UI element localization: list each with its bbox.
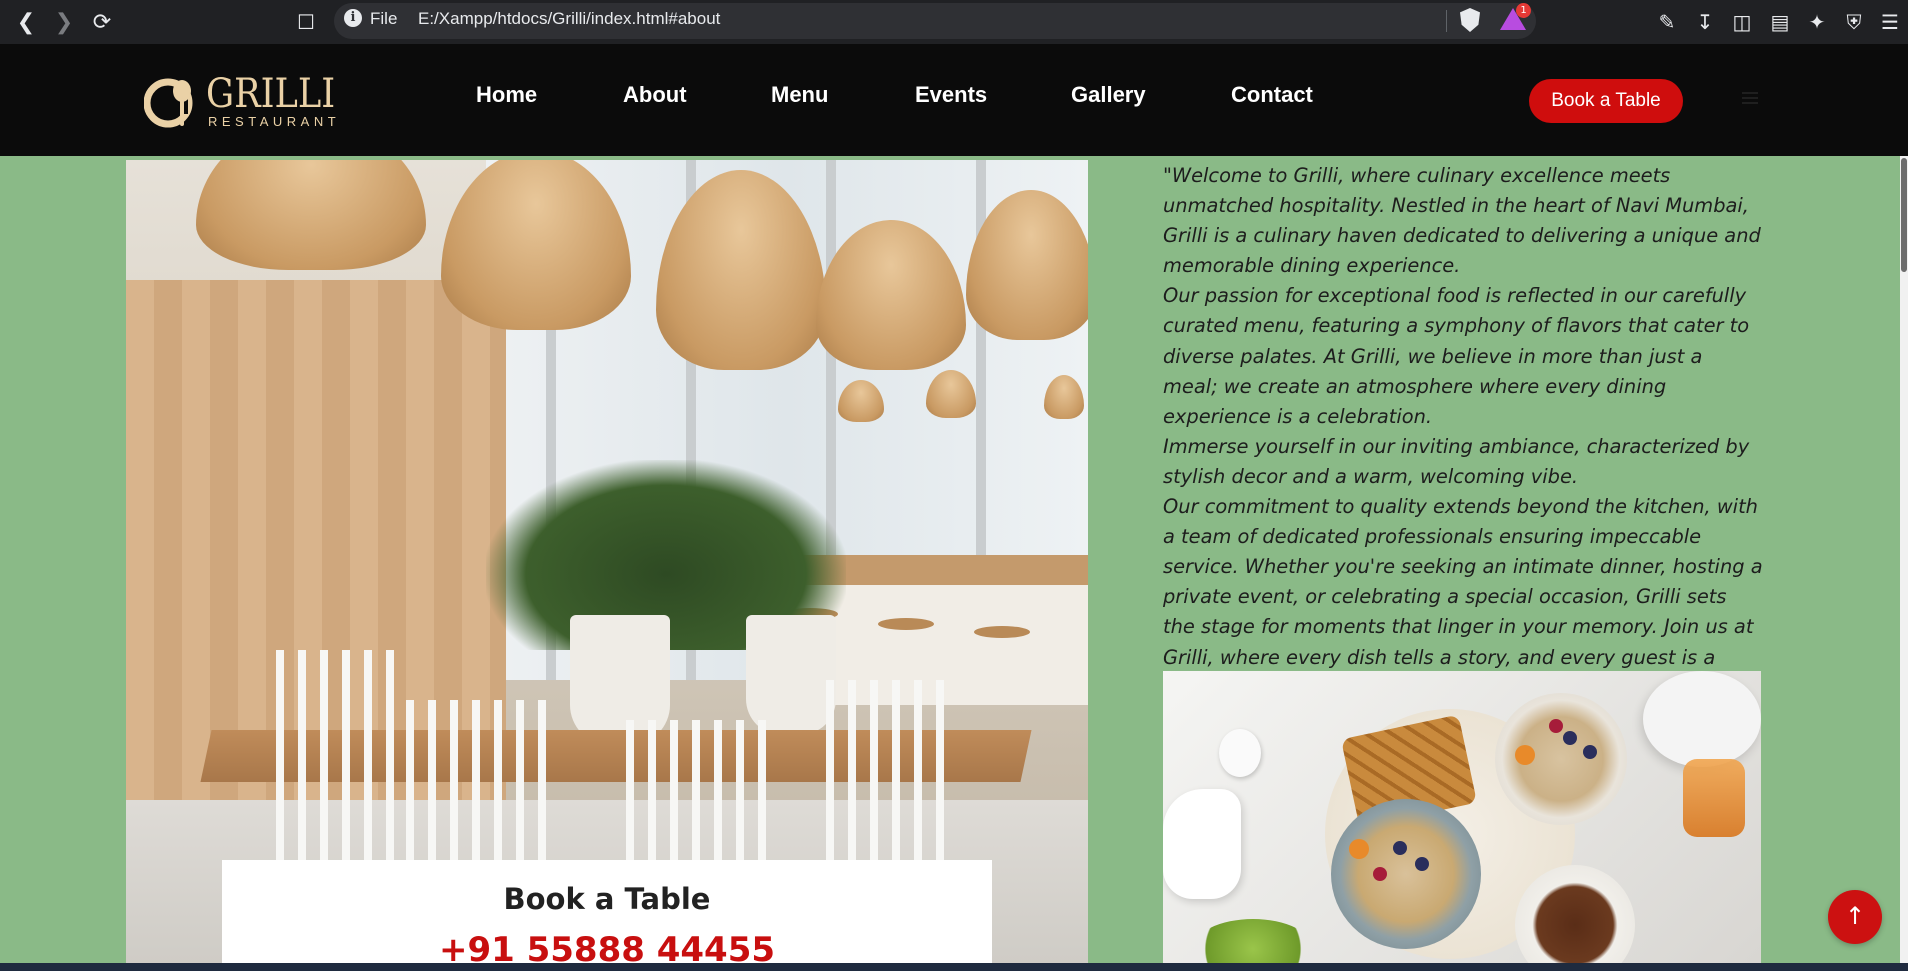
about-description: "Welcome to Grilli, where culinary excel… (1163, 161, 1763, 703)
restaurant-interior-image (126, 160, 1088, 963)
logo[interactable]: GRILLI RESTAURANT (144, 71, 344, 130)
window-bottom-edge (0, 963, 1908, 971)
book-table-button[interactable]: Book a Table (1529, 79, 1683, 123)
leo-ai-icon[interactable]: ✦ (1801, 6, 1833, 38)
logo-title: GRILLI (206, 71, 336, 117)
extensions-icon[interactable]: ✎ (1651, 6, 1683, 38)
browser-toolbar: ❮ ❯ ⟳ ☐ i File E:/Xampp/htdocs/Grilli/in… (0, 0, 1908, 44)
back-to-top-button[interactable]: ↑ (1828, 890, 1882, 944)
nav-home[interactable]: Home (476, 82, 537, 108)
forward-arrow-icon[interactable]: ❯ (46, 4, 82, 40)
address-bar-divider (1446, 10, 1447, 32)
logo-subtitle: RESTAURANT (208, 114, 341, 129)
url-text[interactable]: E:/Xampp/htdocs/Grilli/index.html#about (418, 9, 720, 29)
breakfast-dishes-image (1163, 671, 1761, 963)
nav-about[interactable]: About (623, 82, 687, 108)
about-paragraph: "Welcome to Grilli, where culinary excel… (1163, 164, 1763, 699)
site-info-label[interactable]: File (370, 9, 397, 29)
book-table-card-title: Book a Table (503, 882, 711, 916)
hamburger-menu-icon[interactable] (1742, 92, 1758, 104)
scrollbar-thumb[interactable] (1901, 158, 1907, 272)
arrow-up-icon: ↑ (1844, 902, 1866, 930)
site-info-icon[interactable]: i (344, 9, 362, 27)
sidebar-icon[interactable]: ◫ (1726, 6, 1758, 38)
rewards-badge: 1 (1516, 3, 1531, 18)
nav-contact[interactable]: Contact (1231, 82, 1313, 108)
book-table-card: Book a Table +91 55888 44455 (222, 860, 992, 971)
nav-menu[interactable]: Menu (771, 82, 828, 108)
back-arrow-icon[interactable]: ❮ (8, 4, 44, 40)
wallet-icon[interactable]: ▤ (1764, 6, 1796, 38)
page-scrollbar[interactable] (1900, 156, 1908, 971)
logo-icon (144, 78, 193, 128)
menu-icon[interactable]: ☰ (1874, 6, 1906, 38)
reload-icon[interactable]: ⟳ (84, 4, 120, 40)
nav-events[interactable]: Events (915, 82, 987, 108)
nav-gallery[interactable]: Gallery (1071, 82, 1146, 108)
vpn-shield-icon[interactable]: ⛨ (1838, 6, 1870, 38)
downloads-icon[interactable]: ↧ (1689, 6, 1721, 38)
bookmark-icon[interactable]: ☐ (288, 4, 324, 40)
